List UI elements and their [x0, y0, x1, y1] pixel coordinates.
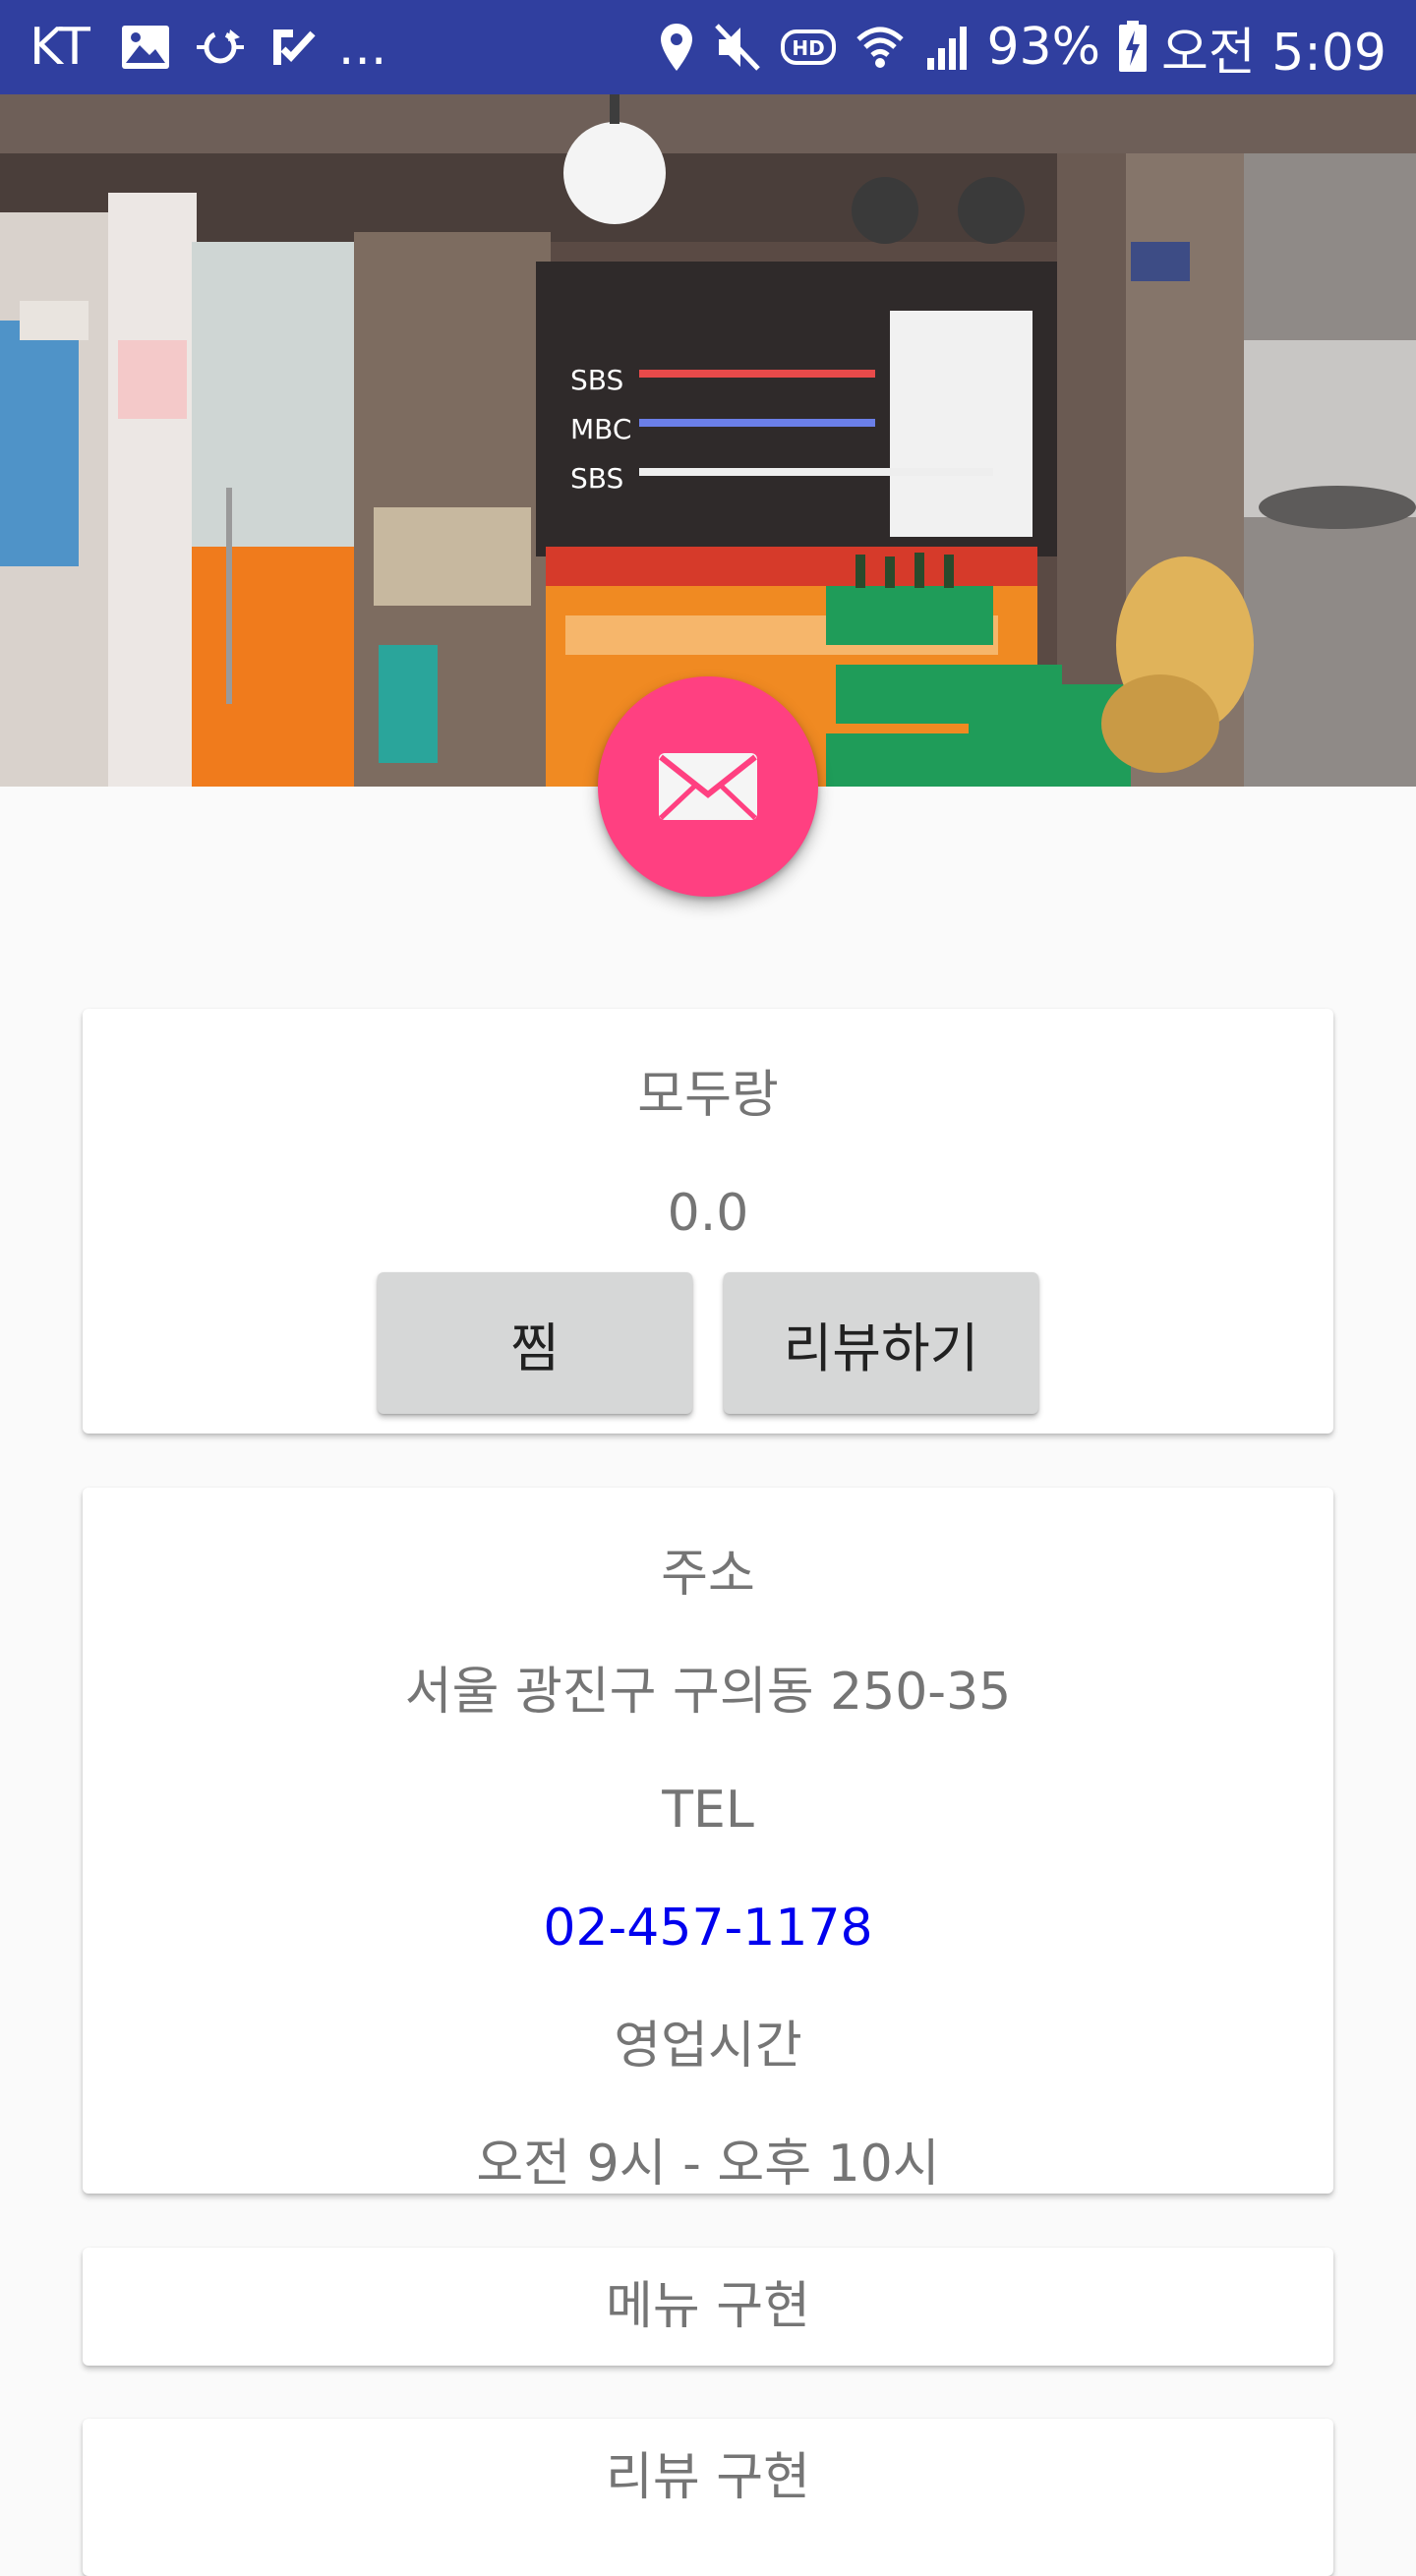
status-bar-left: KT ...: [30, 18, 386, 77]
hours-value: 오전 9시 - 오후 10시: [476, 2135, 940, 2194]
battery-charging-icon: [1118, 21, 1148, 74]
wifi-icon: [855, 22, 906, 73]
checkmark-notification-icon: [269, 24, 317, 71]
restaurant-rating: 0.0: [667, 1184, 749, 1243]
mail-fab-button[interactable]: [598, 676, 818, 897]
hd-icon: HD: [780, 24, 837, 71]
svg-text:MBC: MBC: [570, 413, 631, 445]
status-bar: KT ... HD 93% 오전 5:09: [0, 0, 1416, 94]
svg-text:HD: HD: [793, 36, 825, 60]
action-button-row: 찜 리뷰하기: [83, 1272, 1333, 1414]
signal-icon: [923, 23, 973, 72]
menu-section-card[interactable]: 메뉴 구현: [83, 2248, 1333, 2366]
write-review-button[interactable]: 리뷰하기: [724, 1272, 1038, 1414]
address-label: 주소: [661, 1545, 755, 1604]
status-bar-right: HD 93% 오전 5:09: [640, 11, 1386, 85]
phone-number-link[interactable]: 02-457-1178: [83, 1869, 1333, 1987]
svg-text:SBS: SBS: [570, 364, 623, 396]
tel-label: TEL: [662, 1781, 754, 1840]
mute-icon: [713, 22, 762, 73]
restaurant-info-card: 주소 서울 광진구 구의동 250-35 TEL 02-457-1178 영업시…: [83, 1488, 1333, 2194]
menu-section-label: 메뉴 구현: [606, 2277, 810, 2336]
image-icon: [120, 24, 171, 71]
address-value: 서울 광진구 구의동 250-35: [404, 1663, 1012, 1722]
sync-icon: [193, 24, 248, 71]
carrier-label: KT: [30, 18, 90, 77]
battery-percent: 93%: [986, 18, 1101, 77]
review-section-card[interactable]: 리뷰 구현: [83, 2419, 1333, 2576]
more-notifications-label: ...: [337, 18, 387, 77]
svg-text:SBS: SBS: [570, 462, 623, 495]
mail-icon: [657, 751, 759, 822]
hours-label: 영업시간: [614, 2017, 802, 2076]
restaurant-summary-card: 모두랑 0.0 찜 리뷰하기: [83, 1009, 1333, 1434]
review-section-label: 리뷰 구현: [606, 2448, 810, 2507]
location-icon: [658, 22, 695, 73]
clock: 오전 5:09: [1161, 23, 1386, 83]
restaurant-name: 모두랑: [637, 1066, 779, 1125]
favorite-button[interactable]: 찜: [378, 1272, 692, 1414]
